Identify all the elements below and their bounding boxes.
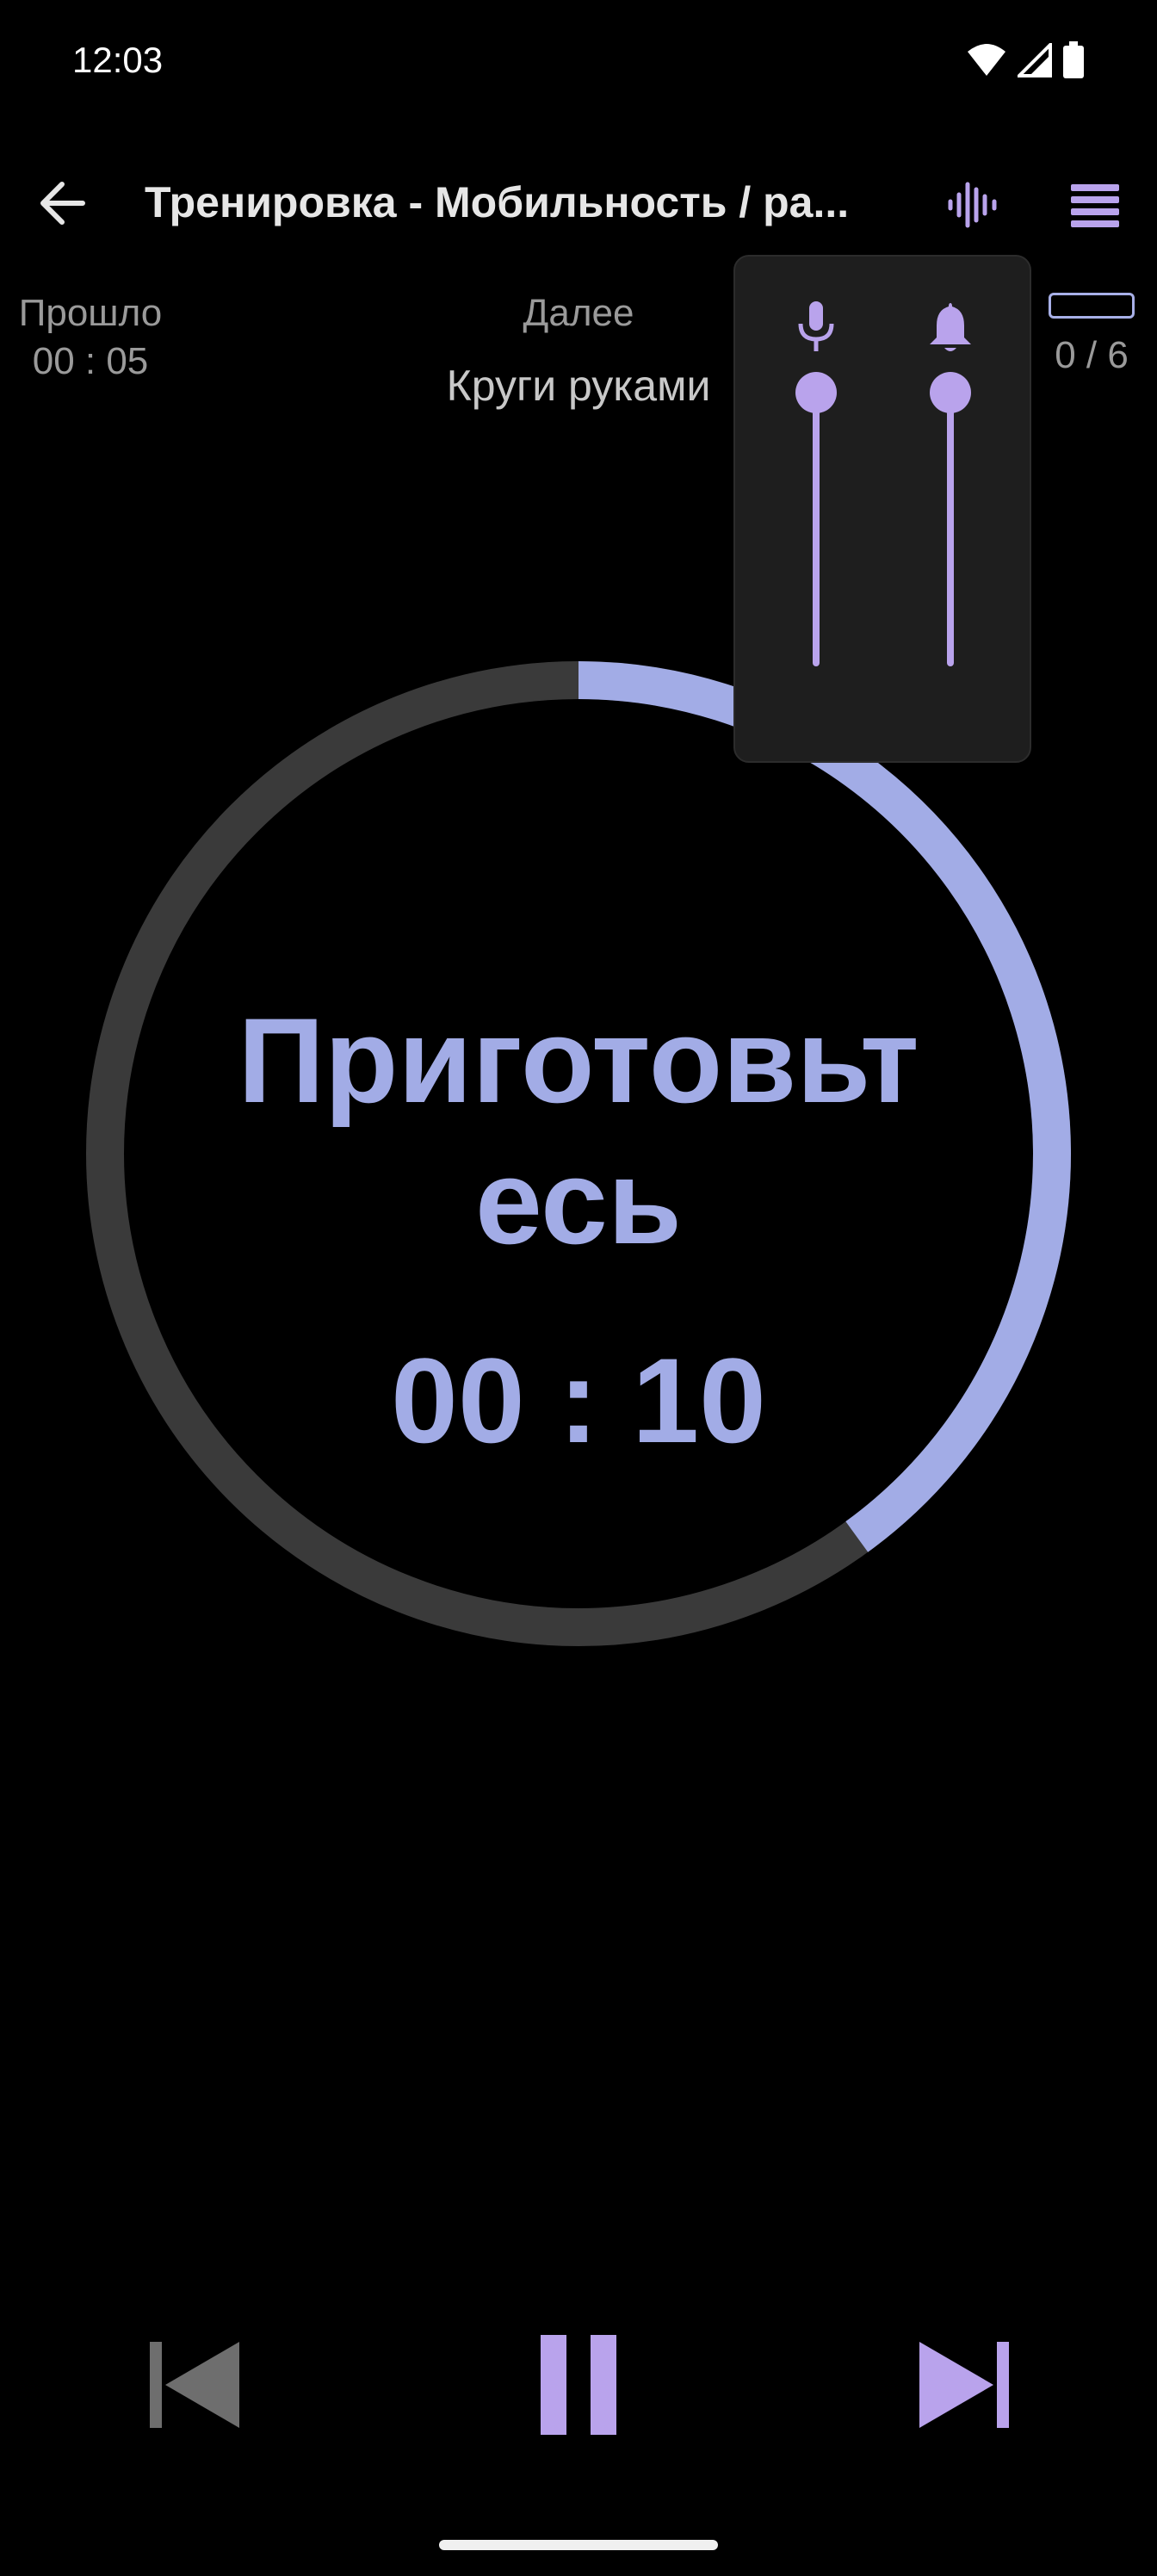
next-label: Далее — [523, 292, 634, 334]
app-bar: Тренировка - Мобильность / ра... — [0, 146, 1157, 258]
audio-waveform-icon — [948, 182, 997, 228]
workout-title: Тренировка - Мобильность / ра... — [145, 178, 850, 226]
back-button[interactable] — [31, 172, 93, 234]
progress-indicator — [1049, 293, 1135, 319]
bell-slider-thumb[interactable] — [930, 372, 971, 413]
home-indicator[interactable] — [439, 2540, 718, 2550]
volume-panel — [733, 255, 1031, 763]
progress-count: 0 / 6 — [1055, 334, 1129, 376]
elapsed-block: Прошло 00 : 05 — [0, 289, 181, 386]
phase-timer: 00 : 10 — [391, 1333, 766, 1468]
voice-volume-slider[interactable] — [782, 300, 851, 730]
exercise-list-button[interactable] — [1061, 174, 1129, 236]
voice-slider-thumb[interactable] — [795, 372, 837, 413]
battery-icon — [1063, 41, 1084, 78]
voice-slider-track[interactable] — [813, 393, 820, 666]
microphone-icon — [798, 301, 834, 351]
cell-signal-icon — [1018, 43, 1052, 77]
elapsed-value: 00 : 05 — [32, 340, 149, 382]
timer-content: Приготовьтесь 00 : 10 — [86, 990, 1071, 1471]
phase-label: Приготовьтесь — [238, 993, 919, 1269]
status-icons — [966, 41, 1085, 79]
list-icon — [1071, 184, 1119, 227]
bell-slider-track[interactable] — [947, 393, 954, 666]
skip-previous-icon — [150, 2342, 239, 2428]
bell-icon — [930, 303, 971, 351]
bell-volume-slider[interactable] — [916, 300, 985, 730]
wifi-icon — [968, 44, 1005, 76]
next-button[interactable] — [904, 2325, 1024, 2445]
pause-button[interactable] — [518, 2325, 639, 2445]
previous-button[interactable] — [134, 2325, 255, 2445]
elapsed-label: Прошло — [18, 292, 163, 334]
playback-controls — [0, 2325, 1157, 2445]
volume-button[interactable] — [938, 174, 1007, 236]
arrow-left-icon — [40, 182, 85, 225]
skip-next-icon — [919, 2342, 1009, 2428]
status-time: 12:03 — [72, 40, 164, 80]
status-bar: 12:03 — [0, 0, 1157, 129]
pause-icon — [541, 2335, 616, 2435]
exercise-progress: 0 / 6 — [1040, 293, 1143, 377]
